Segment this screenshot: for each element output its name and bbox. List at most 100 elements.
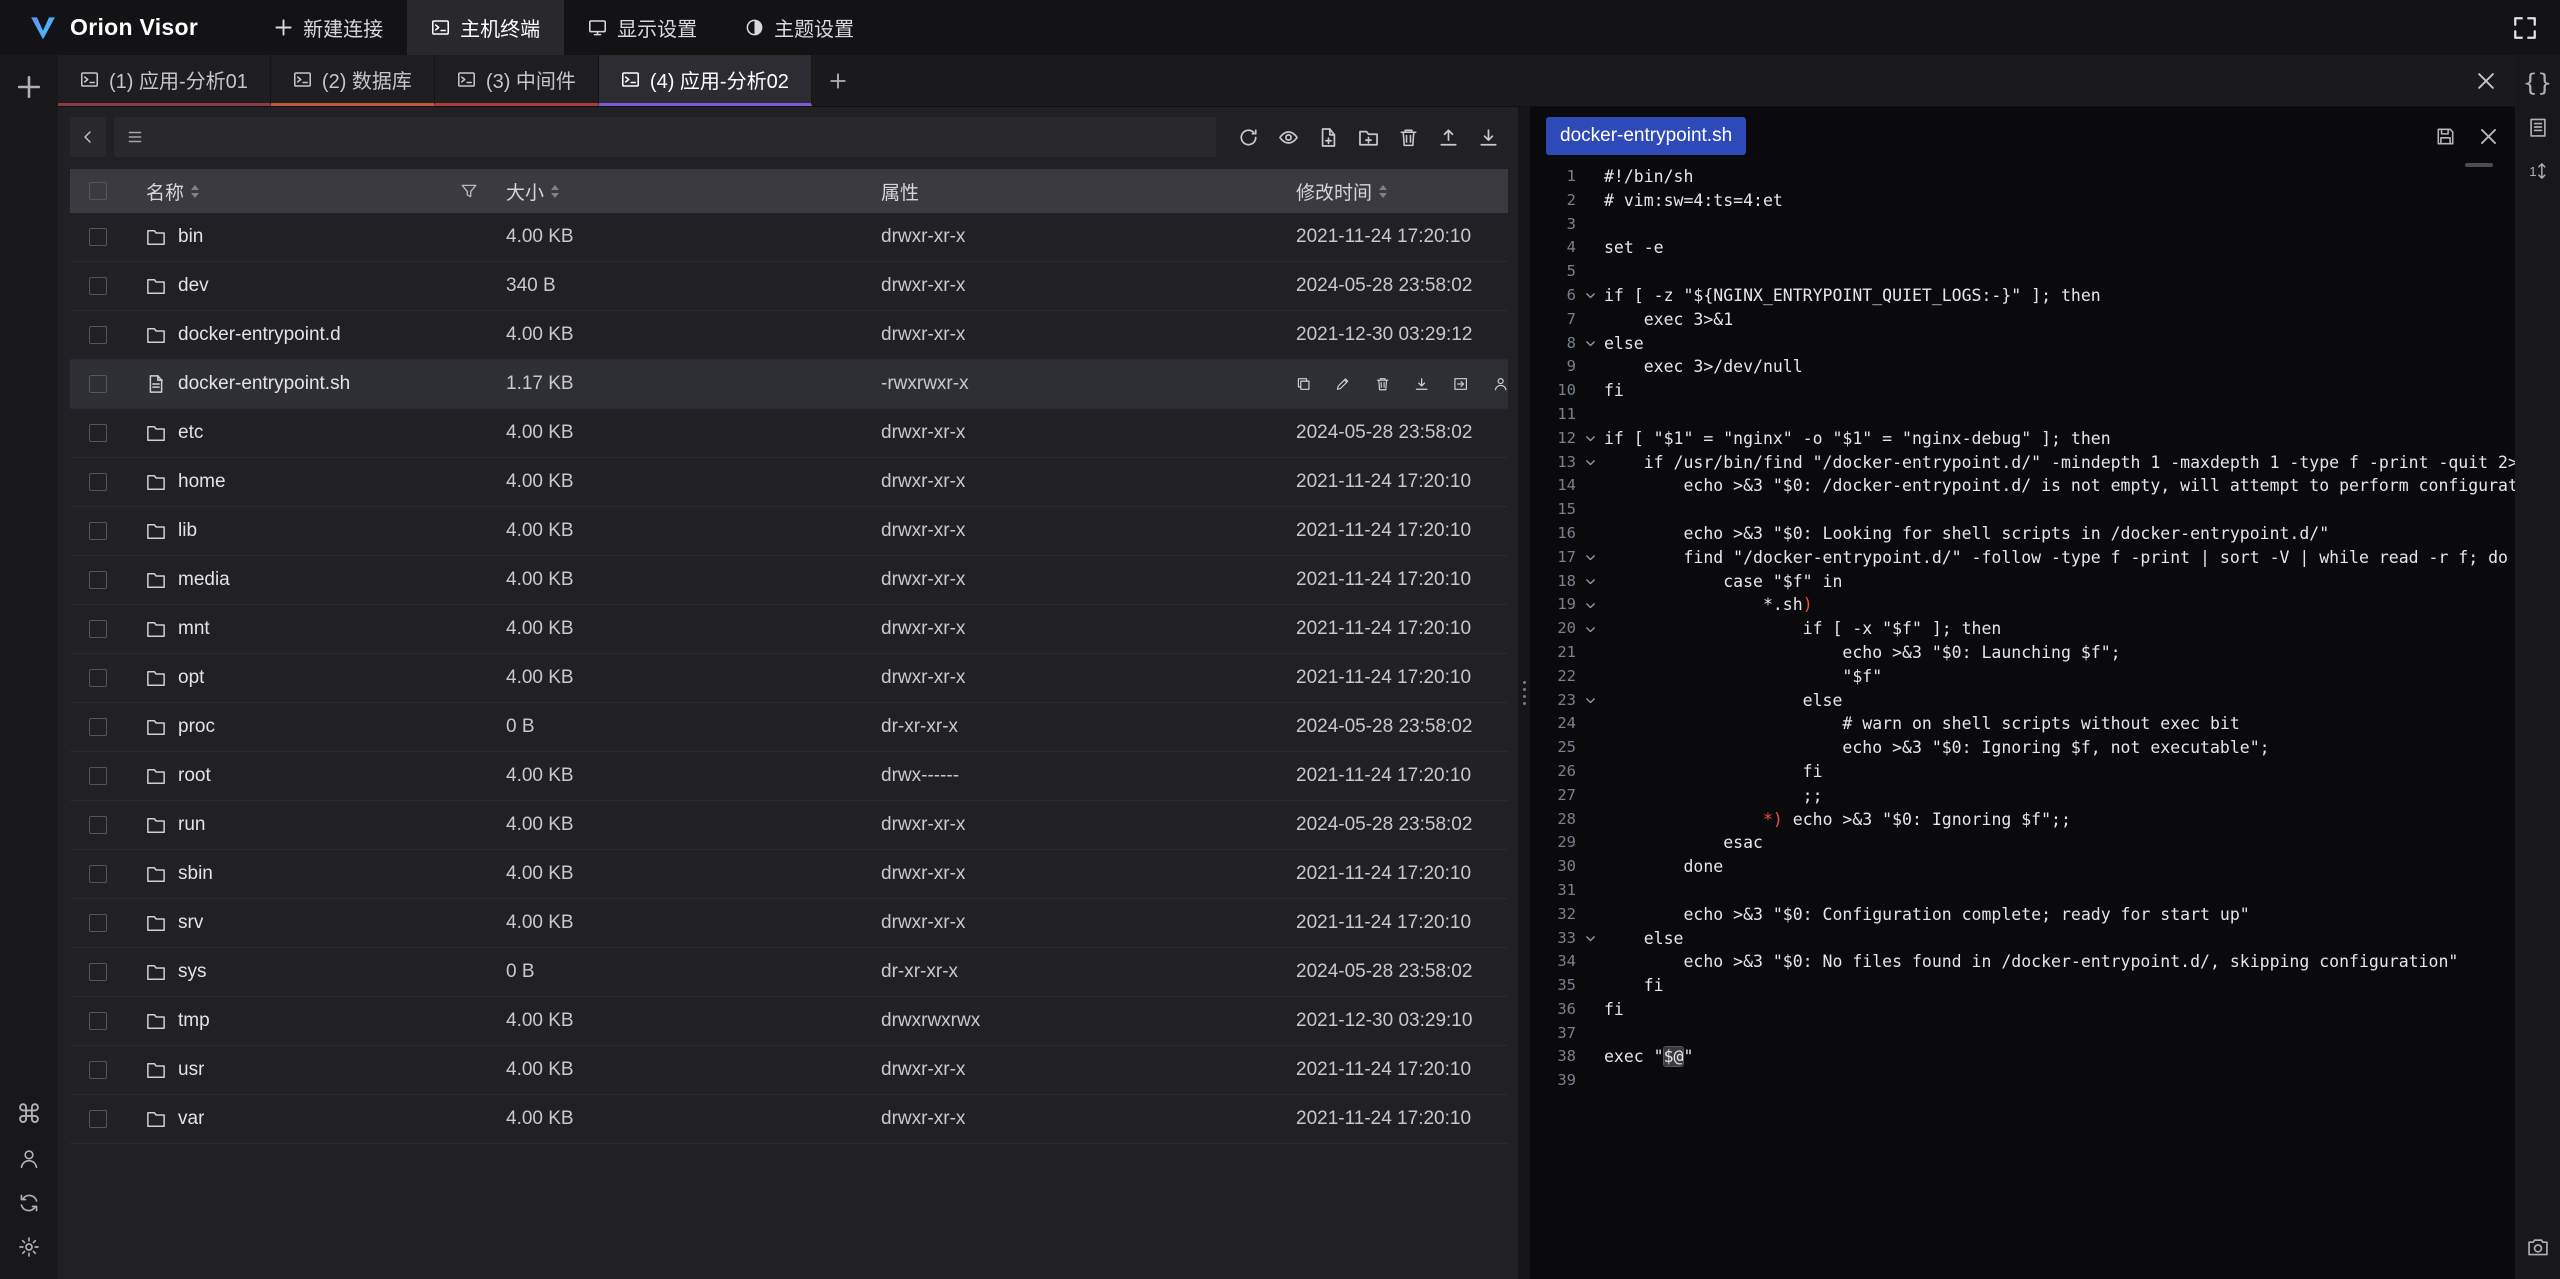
close-icon[interactable] [2478,126,2499,147]
permission-icon[interactable] [1493,374,1508,394]
copy-icon[interactable] [1296,374,1311,394]
table-row[interactable]: proc0 Bdr-xr-xr-x2024-05-28 23:58:02 [70,703,1508,752]
table-row[interactable]: sbin4.00 KBdrwxr-xr-x2021-11-24 17:20:10 [70,850,1508,899]
row-checkbox[interactable] [89,767,107,785]
row-checkbox[interactable] [89,1061,107,1079]
row-checkbox[interactable] [89,718,107,736]
row-checkbox[interactable] [89,424,107,442]
table-row[interactable]: docker-entrypoint.d4.00 KBdrwxr-xr-x2021… [70,311,1508,360]
sort-carets[interactable] [551,185,559,198]
row-checkbox[interactable] [89,277,107,295]
nav-item-theme[interactable]: 主题设置 [721,0,878,55]
close-icon[interactable] [2475,70,2497,92]
nav-item-terminal[interactable]: 主机终端 [407,0,564,55]
terminal-tab-2[interactable]: (2) 数据库 [271,55,435,106]
upload-button[interactable] [1428,117,1468,157]
fold-chevron-icon[interactable] [1576,593,1604,617]
terminal-tab-1[interactable]: (1) 应用-分析01 [58,55,271,106]
fold-chevron-icon[interactable] [1576,927,1604,951]
scrollbar-thumb[interactable] [2465,163,2493,167]
rail-item-gear[interactable] [0,1225,58,1269]
row-checkbox[interactable] [89,669,107,687]
table-row[interactable]: media4.00 KBdrwxr-xr-x2021-11-24 17:20:1… [70,556,1508,605]
terminal-tab-4[interactable]: (4) 应用-分析02 [599,55,812,106]
rail-item-plus[interactable] [0,65,58,109]
code-area[interactable]: 1#!/bin/sh2# vim:sw=4:ts=4:et34set -e56i… [1530,165,2515,1279]
table-row[interactable]: lib4.00 KBdrwxr-xr-x2021-11-24 17:20:10 [70,507,1508,556]
fold-chevron-icon[interactable] [1576,689,1604,713]
fold-chevron-icon[interactable] [1576,546,1604,570]
column-header-size[interactable]: 大小 [506,178,881,205]
row-checkbox[interactable] [89,963,107,981]
delete-button[interactable] [1388,117,1428,157]
table-row[interactable]: run4.00 KBdrwxr-xr-x2024-05-28 23:58:02 [70,801,1508,850]
delete-icon[interactable] [1375,374,1390,394]
rail-item-sync[interactable] [0,1181,58,1225]
table-row[interactable]: root4.00 KBdrwx------2021-11-24 17:20:10 [70,752,1508,801]
filter-icon[interactable] [460,182,478,200]
rail-item-braces[interactable]: {} [2515,61,2560,105]
row-checkbox[interactable] [89,375,107,393]
fullscreen-icon[interactable] [2512,15,2538,41]
nav-item-display[interactable]: 显示设置 [564,0,721,55]
table-row[interactable]: srv4.00 KBdrwxr-xr-x2021-11-24 17:20:10 [70,899,1508,948]
save-icon[interactable] [2435,126,2456,147]
table-row[interactable]: opt4.00 KBdrwxr-xr-x2021-11-24 17:20:10 [70,654,1508,703]
sort-carets[interactable] [1379,185,1387,198]
column-header-name[interactable]: 名称 [126,178,506,205]
row-checkbox[interactable] [89,473,107,491]
terminal-tab-3[interactable]: (3) 中间件 [435,55,599,106]
fold-chevron-icon[interactable] [1576,427,1604,451]
rail-item-clipboard[interactable] [2515,105,2560,149]
select-all-checkbox[interactable] [89,182,107,200]
refresh-button[interactable] [1228,117,1268,157]
move-icon[interactable] [1453,374,1468,394]
row-checkbox-cell [70,473,126,491]
download-icon[interactable] [1414,374,1429,394]
row-checkbox[interactable] [89,522,107,540]
table-row[interactable]: sys0 Bdr-xr-xr-x2024-05-28 23:58:02 [70,948,1508,997]
table-row[interactable]: var4.00 KBdrwxr-xr-x2021-11-24 17:20:10 [70,1095,1508,1144]
sort-carets[interactable] [191,185,199,198]
download-button[interactable] [1468,117,1508,157]
fold-chevron-icon[interactable] [1576,570,1604,594]
nav-item-plus[interactable]: 新建连接 [250,0,407,55]
app-logo[interactable]: Orion Visor [0,0,224,55]
table-row[interactable]: home4.00 KBdrwxr-xr-x2021-11-24 17:20:10 [70,458,1508,507]
table-row[interactable]: bin4.00 KBdrwxr-xr-x2021-11-24 17:20:10 [70,213,1508,262]
new-folder-button[interactable] [1348,117,1388,157]
panel-resize-handle[interactable] [1518,107,1530,1279]
back-button[interactable] [70,117,106,157]
row-checkbox[interactable] [89,865,107,883]
preview-eye-button[interactable] [1268,117,1308,157]
row-checkbox[interactable] [89,326,107,344]
fold-chevron-icon[interactable] [1576,284,1604,308]
rail-item-user[interactable] [0,1137,58,1181]
row-checkbox[interactable] [89,228,107,246]
rail-item-command[interactable]: ⌘ [0,1093,58,1137]
rail-item-sort-number[interactable]: 1 [2515,149,2560,193]
table-row[interactable]: etc4.00 KBdrwxr-xr-x2024-05-28 23:58:02 [70,409,1508,458]
column-header-mtime[interactable]: 修改时间 [1296,178,1508,205]
table-row[interactable]: tmp4.00 KBdrwxrwxrwx2021-12-30 03:29:10 [70,997,1508,1046]
row-checkbox[interactable] [89,1012,107,1030]
fold-chevron-icon[interactable] [1576,332,1604,356]
table-row[interactable]: dev340 Bdrwxr-xr-x2024-05-28 23:58:02 [70,262,1508,311]
edit-icon[interactable] [1335,374,1350,394]
row-checkbox[interactable] [89,620,107,638]
fold-chevron-icon[interactable] [1576,617,1604,641]
table-row[interactable]: usr4.00 KBdrwxr-xr-x2021-11-24 17:20:10 [70,1046,1508,1095]
path-input[interactable] [154,126,1204,148]
row-checkbox[interactable] [89,816,107,834]
path-menu-icon[interactable] [126,128,144,146]
editor-file-tab[interactable]: docker-entrypoint.sh [1546,117,1746,155]
new-file-button[interactable] [1308,117,1348,157]
row-checkbox[interactable] [89,914,107,932]
row-checkbox[interactable] [89,571,107,589]
rail-item-camera[interactable] [2515,1225,2560,1269]
add-tab-button[interactable] [812,55,864,106]
fold-chevron-icon[interactable] [1576,451,1604,475]
table-row[interactable]: mnt4.00 KBdrwxr-xr-x2021-11-24 17:20:10 [70,605,1508,654]
row-checkbox[interactable] [89,1110,107,1128]
table-row[interactable]: docker-entrypoint.sh1.17 KB-rwxrwxr-x [70,360,1508,409]
